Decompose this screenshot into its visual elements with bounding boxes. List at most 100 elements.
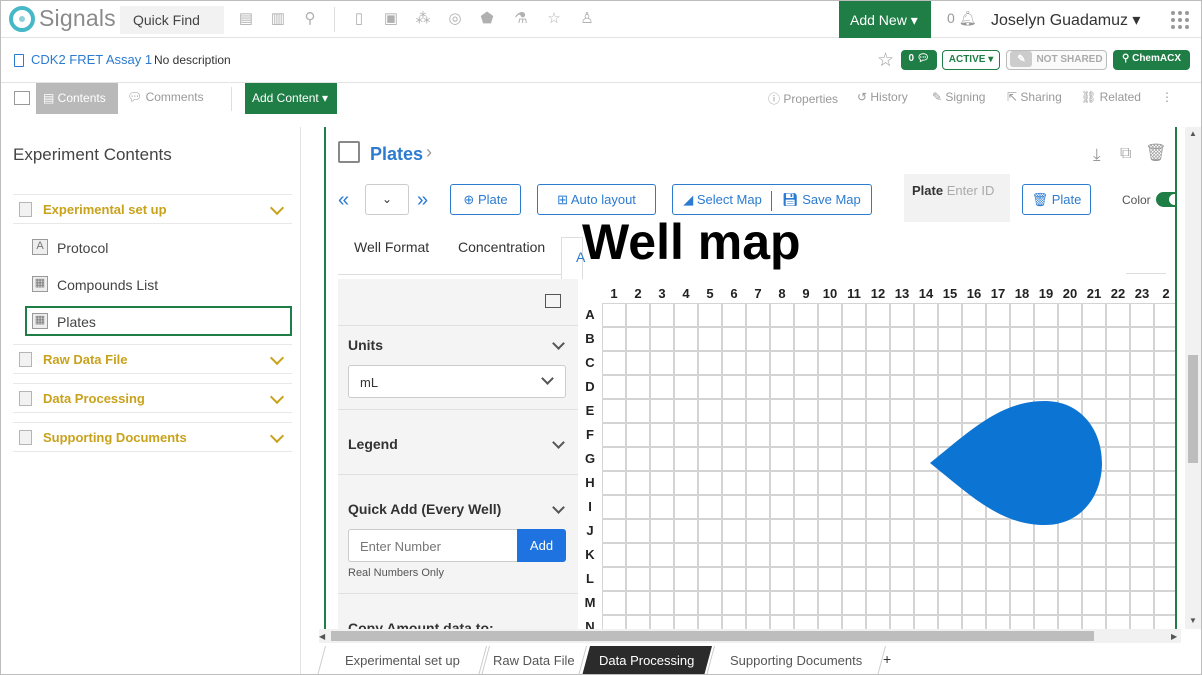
- more-options-icon[interactable]: ⋮: [1161, 90, 1173, 104]
- well-cell[interactable]: [626, 495, 650, 519]
- well-cell[interactable]: [1130, 327, 1154, 351]
- well-cell[interactable]: [794, 615, 818, 629]
- well-cell[interactable]: [770, 495, 794, 519]
- bottom-tab-experimental-set-up[interactable]: Experimental set up: [316, 646, 488, 674]
- chevron-down-icon[interactable]: [552, 501, 565, 514]
- well-cell[interactable]: [770, 591, 794, 615]
- well-cell[interactable]: [890, 615, 914, 629]
- well-cell[interactable]: [602, 375, 626, 399]
- column-label[interactable]: 15: [938, 286, 962, 301]
- well-cell[interactable]: [938, 327, 962, 351]
- well-cell[interactable]: [938, 591, 962, 615]
- column-label[interactable]: 11: [842, 286, 866, 301]
- column-label[interactable]: 6: [722, 286, 746, 301]
- well-cell[interactable]: [674, 519, 698, 543]
- well-cell[interactable]: [842, 303, 866, 327]
- well-cell[interactable]: [1154, 375, 1175, 399]
- well-cell[interactable]: [1130, 375, 1154, 399]
- well-cell[interactable]: [698, 423, 722, 447]
- well-cell[interactable]: [890, 543, 914, 567]
- flask-icon[interactable]: ⚗: [512, 9, 530, 29]
- molecule-icon[interactable]: ⁂: [414, 9, 432, 29]
- clipboard-icon[interactable]: ▣: [382, 9, 400, 29]
- well-cell[interactable]: [818, 447, 842, 471]
- notebook-icon[interactable]: ▯: [350, 9, 368, 29]
- well-cell[interactable]: [794, 303, 818, 327]
- well-cell[interactable]: [1130, 423, 1154, 447]
- well-cell[interactable]: [626, 567, 650, 591]
- well-cell[interactable]: [962, 327, 986, 351]
- well-cell[interactable]: [674, 615, 698, 629]
- chevron-down-icon[interactable]: [269, 389, 285, 405]
- well-cell[interactable]: [890, 519, 914, 543]
- well-cell[interactable]: [1034, 303, 1058, 327]
- well-cell[interactable]: [794, 447, 818, 471]
- trash-icon[interactable]: 🗑︎: [1145, 143, 1167, 163]
- well-cell[interactable]: [818, 423, 842, 447]
- well-cell[interactable]: [986, 375, 1010, 399]
- chevron-right-icon[interactable]: ›: [426, 142, 432, 163]
- well-cell[interactable]: [1154, 543, 1175, 567]
- well-cell[interactable]: [650, 615, 674, 629]
- well-cell[interactable]: [698, 543, 722, 567]
- well-cell[interactable]: [674, 447, 698, 471]
- well-cell[interactable]: [650, 303, 674, 327]
- section-supporting-documents[interactable]: Supporting Documents: [13, 422, 292, 452]
- well-cell[interactable]: [890, 471, 914, 495]
- well-cell[interactable]: [890, 591, 914, 615]
- properties-button[interactable]: ⓘ Properties: [768, 90, 838, 107]
- well-cell[interactable]: [1130, 495, 1154, 519]
- well-cell[interactable]: [602, 471, 626, 495]
- well-cell[interactable]: [698, 375, 722, 399]
- well-cell[interactable]: [674, 303, 698, 327]
- well-cell[interactable]: [674, 327, 698, 351]
- quick-find-input[interactable]: Quick Find: [120, 6, 224, 34]
- well-cell[interactable]: [794, 327, 818, 351]
- well-cell[interactable]: [770, 567, 794, 591]
- well-cell[interactable]: [890, 495, 914, 519]
- well-cell[interactable]: [650, 591, 674, 615]
- well-cell[interactable]: [770, 423, 794, 447]
- well-cell[interactable]: [1106, 351, 1130, 375]
- well-cell[interactable]: [794, 591, 818, 615]
- sharing-button[interactable]: ⇱ Sharing: [1007, 90, 1062, 104]
- well-cell[interactable]: [914, 303, 938, 327]
- well-cell[interactable]: [1010, 591, 1034, 615]
- well-cell[interactable]: [1154, 567, 1175, 591]
- well-cell[interactable]: [770, 519, 794, 543]
- well-cell[interactable]: [674, 423, 698, 447]
- well-cell[interactable]: [1106, 591, 1130, 615]
- well-cell[interactable]: [1130, 471, 1154, 495]
- well-cell[interactable]: [818, 519, 842, 543]
- well-cell[interactable]: [986, 351, 1010, 375]
- well-cell[interactable]: [746, 399, 770, 423]
- well-cell[interactable]: [1154, 327, 1175, 351]
- well-cell[interactable]: [818, 567, 842, 591]
- well-cell[interactable]: [986, 567, 1010, 591]
- well-cell[interactable]: [842, 495, 866, 519]
- well-cell[interactable]: [698, 591, 722, 615]
- well-cell[interactable]: [794, 375, 818, 399]
- well-cell[interactable]: [866, 327, 890, 351]
- well-cell[interactable]: [746, 591, 770, 615]
- well-cell[interactable]: [1058, 351, 1082, 375]
- well-cell[interactable]: [1010, 615, 1034, 629]
- status-dropdown[interactable]: ACTIVE ▾: [942, 50, 1000, 70]
- column-label[interactable]: 19: [1034, 286, 1058, 301]
- well-cell[interactable]: [1154, 399, 1175, 423]
- column-label[interactable]: 21: [1082, 286, 1106, 301]
- well-cell[interactable]: [626, 327, 650, 351]
- well-cell[interactable]: [1106, 543, 1130, 567]
- row-label[interactable]: G: [581, 451, 599, 466]
- well-cell[interactable]: [602, 495, 626, 519]
- bottom-tab-raw-data-file[interactable]: Raw Data File: [480, 646, 588, 674]
- well-cell[interactable]: [1034, 615, 1058, 629]
- favorite-star-icon[interactable]: ☆: [877, 49, 894, 72]
- well-cell[interactable]: [842, 471, 866, 495]
- well-cell[interactable]: [938, 303, 962, 327]
- well-cell[interactable]: [650, 423, 674, 447]
- dashboard-icon[interactable]: ▤: [237, 9, 255, 29]
- well-cell[interactable]: [698, 567, 722, 591]
- well-cell[interactable]: [914, 543, 938, 567]
- well-cell[interactable]: [626, 615, 650, 629]
